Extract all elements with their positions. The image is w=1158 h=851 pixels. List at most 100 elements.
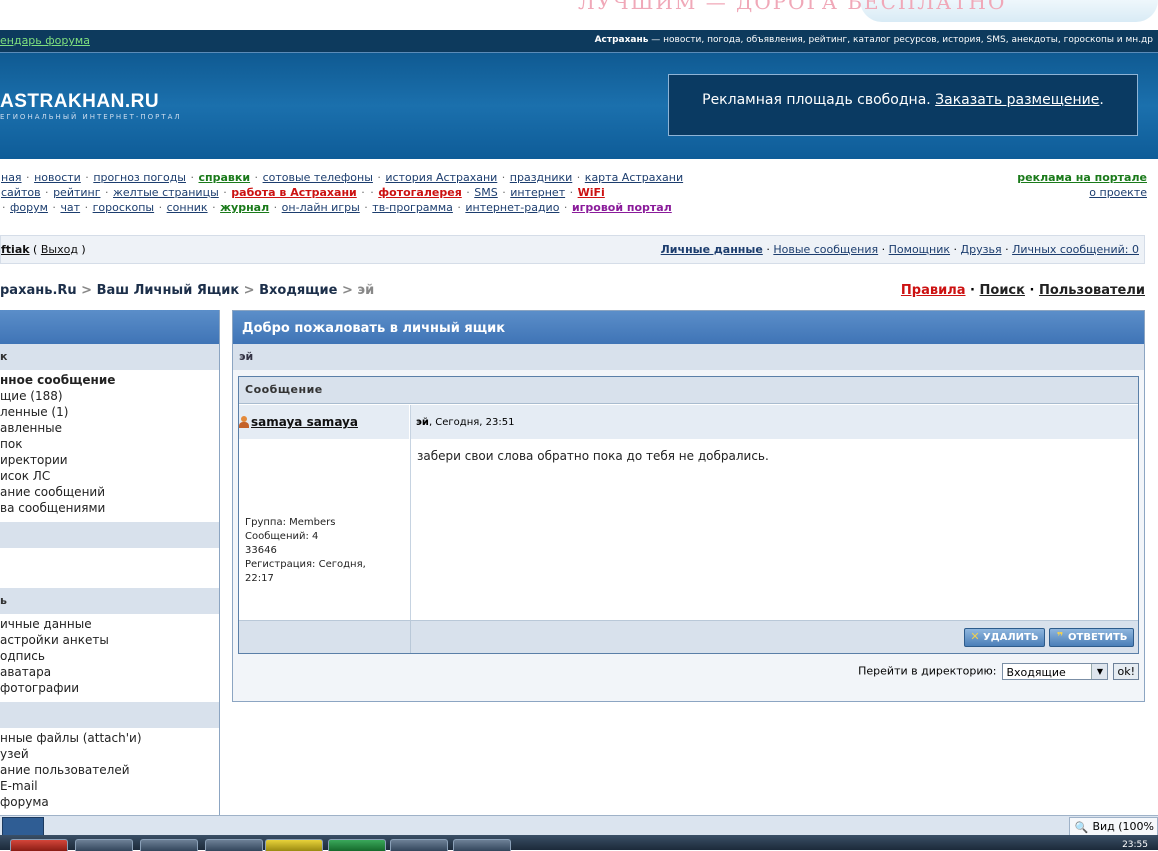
nav-link[interactable]: фотогалерея — [378, 186, 462, 199]
taskbar-app-button[interactable] — [453, 839, 511, 851]
message-panel: Добро пожаловать в личный ящик эй Сообще… — [232, 310, 1145, 702]
taskbar-app-button[interactable] — [265, 839, 323, 851]
sidebar-item[interactable]: нные файлы (attach'и) — [0, 730, 219, 746]
sidebar-item[interactable]: узей — [0, 746, 219, 762]
breadcrumb-inbox[interactable]: Входящие — [259, 283, 337, 298]
nav-link[interactable]: чат — [60, 201, 80, 214]
forum-calendar-link[interactable]: ендарь форума — [0, 34, 90, 47]
reply-button[interactable]: ❞ ОТВЕТИТЬ — [1049, 628, 1135, 647]
nav-separator: · — [360, 201, 372, 214]
nav-separator: · — [2, 201, 9, 214]
nav-link[interactable]: тв-программа — [372, 201, 453, 214]
sidebar-item[interactable]: пок — [0, 436, 219, 452]
sidebar-item[interactable]: исок ЛС — [0, 468, 219, 484]
nav-separator: · — [498, 171, 509, 184]
nav-link[interactable]: он-лайн игры — [282, 201, 360, 214]
author-info-line: 33646 — [245, 545, 277, 556]
user-link[interactable]: Личных сообщений: 0 — [1012, 243, 1139, 256]
sidebar-section-other — [0, 702, 219, 728]
nav-link[interactable]: сонник — [167, 201, 208, 214]
breadcrumb-root[interactable]: рахань.Ru — [0, 283, 77, 298]
nav-link[interactable]: справки — [199, 171, 251, 184]
jump-label: Перейти в директорию: — [858, 664, 997, 678]
nav-link[interactable]: форум — [10, 201, 48, 214]
sidebar-item[interactable]: щие (188) — [0, 388, 219, 404]
folder-select[interactable]: Входящие ▼ — [1002, 663, 1109, 680]
taskbar-opera-button[interactable] — [10, 839, 68, 851]
nav-link[interactable]: новости — [34, 171, 81, 184]
sidebar-item[interactable]: иректории — [0, 452, 219, 468]
taskbar-app-button[interactable] — [328, 839, 386, 851]
user-link[interactable]: Личные данные — [661, 243, 763, 256]
sidebar-item[interactable]: ичные данные — [0, 616, 219, 632]
message-subject-row: эй — [233, 344, 1144, 370]
sidebar-item[interactable]: одпись — [0, 648, 219, 664]
logout-link[interactable]: Выход — [41, 243, 78, 256]
nav-link[interactable]: интернет-радио — [465, 201, 559, 214]
nav-link[interactable]: сайтов — [1, 186, 41, 199]
nav-link[interactable]: журнал — [220, 201, 269, 214]
nav-link[interactable]: работа в Астрахани — [231, 186, 357, 199]
sidebar-header — [0, 310, 219, 344]
users-link[interactable]: Пользователи — [1039, 283, 1145, 298]
taskbar-clock: 23:55 — [1122, 840, 1148, 850]
portal-navigation: ная · новости · прогноз погоды · справки… — [0, 170, 684, 215]
breadcrumb-mailbox[interactable]: Ваш Личный Ящик — [97, 283, 240, 298]
username-link[interactable]: ftiak — [1, 243, 30, 256]
sidebar-item[interactable]: форума — [0, 794, 219, 810]
sidebar-item[interactable]: ленные (1) — [0, 404, 219, 420]
taskbar-app-button[interactable] — [140, 839, 198, 851]
taskbar-app-button[interactable] — [390, 839, 448, 851]
windows-taskbar: 23:55 — [0, 835, 1158, 851]
about-project-link[interactable]: о проекте — [1089, 186, 1147, 199]
search-link[interactable]: Поиск — [980, 283, 1025, 298]
ok-button[interactable]: ok! — [1113, 663, 1139, 680]
advertising-link[interactable]: реклама на портале — [1017, 171, 1147, 184]
order-ad-link[interactable]: Заказать размещение — [935, 92, 1099, 108]
nav-link[interactable]: гороскопы — [93, 201, 155, 214]
sidebar-item[interactable]: ание пользователей — [0, 762, 219, 778]
zoom-control[interactable]: 🔍 Вид (100% — [1069, 817, 1158, 836]
sidebar-other-items: нные файлы (attach'и) узей ание пользовате… — [0, 728, 219, 810]
sidebar-item[interactable]: ва сообщениями — [0, 500, 219, 516]
nav-link[interactable]: желтые страницы — [113, 186, 219, 199]
forum-top-links: Правила · Поиск · Пользователи — [901, 283, 1145, 298]
nav-link[interactable]: игровой портал — [572, 201, 672, 214]
nav-separator: · — [270, 201, 281, 214]
user-link[interactable]: Друзья — [961, 243, 1002, 256]
nav-link[interactable]: рейтинг — [53, 186, 100, 199]
delete-button[interactable]: ✕ УДАЛИТЬ — [964, 628, 1046, 647]
site-logo[interactable]: ASTRAKHAN.RU — [0, 91, 159, 113]
sidebar-item[interactable]: астройки анкеты — [0, 632, 219, 648]
user-icon — [239, 416, 249, 428]
taskbar-app-button[interactable] — [205, 839, 263, 851]
sidebar-item[interactable]: фотографии — [0, 680, 219, 696]
folder-jump: Перейти в директорию: Входящие ▼ ok! — [858, 663, 1139, 680]
author-name[interactable]: samaya samaya — [239, 415, 358, 429]
nav-link[interactable]: SMS — [474, 186, 497, 199]
ad-banner: Рекламная площадь свободна. Заказать раз… — [668, 74, 1138, 136]
sidebar-item[interactable]: аватара — [0, 664, 219, 680]
user-link[interactable]: Помощник — [889, 243, 950, 256]
sidebar-item[interactable]: ание сообщений — [0, 484, 219, 500]
status-globe-button[interactable] — [2, 817, 44, 836]
sidebar-section-mailbox: к — [0, 344, 219, 370]
nav-link[interactable]: праздники — [510, 171, 573, 184]
sidebar-item[interactable]: авленные — [0, 420, 219, 436]
rules-link[interactable]: Правила — [901, 283, 966, 298]
nav-link[interactable]: WiFi — [578, 186, 605, 199]
nav-link[interactable]: сотовые телефоны — [263, 171, 373, 184]
top-banner-strip: ЛУЧШИМ — ДОРОГА БЕСПЛАТНО — [0, 0, 1158, 30]
chevron-down-icon[interactable]: ▼ — [1091, 664, 1108, 679]
nav-link[interactable]: ная — [1, 171, 22, 184]
user-link[interactable]: Новые сообщения — [773, 243, 878, 256]
sidebar-item[interactable]: нное сообщение — [0, 372, 219, 388]
nav-link[interactable]: карта Астрахани — [585, 171, 683, 184]
nav-separator: · — [48, 201, 60, 214]
logout-paren-close: ) — [77, 243, 86, 256]
nav-link[interactable]: прогноз погоды — [93, 171, 186, 184]
nav-link[interactable]: история Астрахани — [385, 171, 497, 184]
sidebar-item[interactable]: E-mail — [0, 778, 219, 794]
nav-link[interactable]: интернет — [510, 186, 565, 199]
taskbar-app-button[interactable] — [75, 839, 133, 851]
